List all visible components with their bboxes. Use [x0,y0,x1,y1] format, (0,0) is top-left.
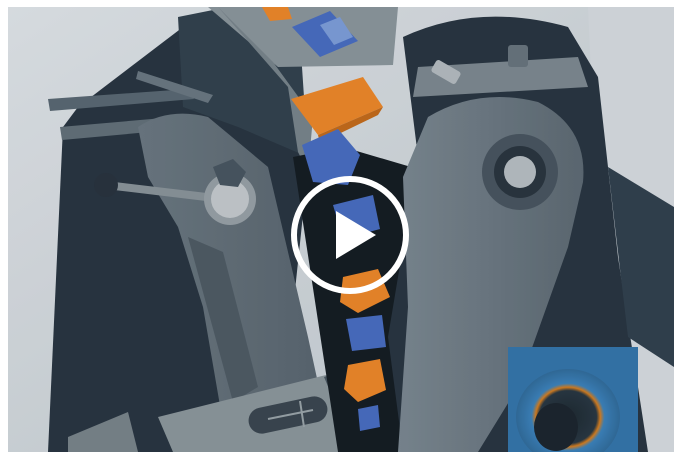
play-icon [291,176,409,294]
page-frame [0,0,682,459]
video-player[interactable] [8,7,674,452]
play-button[interactable] [288,173,412,297]
